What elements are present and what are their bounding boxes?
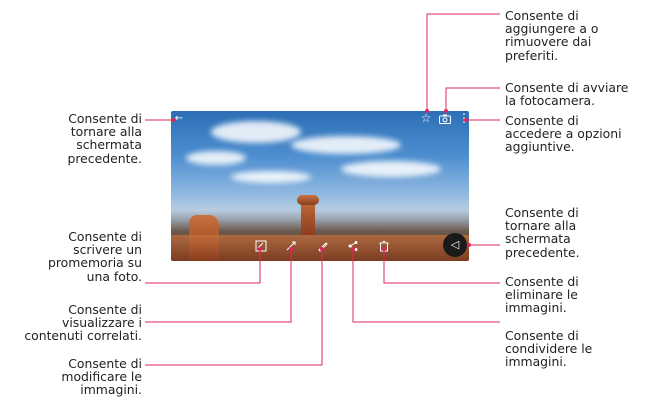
label-back-top: Consente di tornare alla schermata prece… xyxy=(67,111,142,166)
label-delete: Consente di eliminare le immagini. xyxy=(505,274,579,316)
label-memo: Consente di scrivere un promemoria su un… xyxy=(48,229,142,284)
label-back-right: Consente di tornare alla schermata prece… xyxy=(505,205,580,260)
label-share: Consente di condividere le immagini. xyxy=(505,328,593,370)
label-options: Consente di accedere a opzioni aggiuntiv… xyxy=(505,113,622,155)
label-related: Consente di visualizzare i contenuti cor… xyxy=(24,302,142,344)
label-camera: Consente di avviare la fotocamera. xyxy=(505,80,629,109)
label-favorite: Consente di aggiungere a o rimuovere dai… xyxy=(505,8,599,63)
label-edit: Consente di modificare le immagini. xyxy=(61,356,142,398)
